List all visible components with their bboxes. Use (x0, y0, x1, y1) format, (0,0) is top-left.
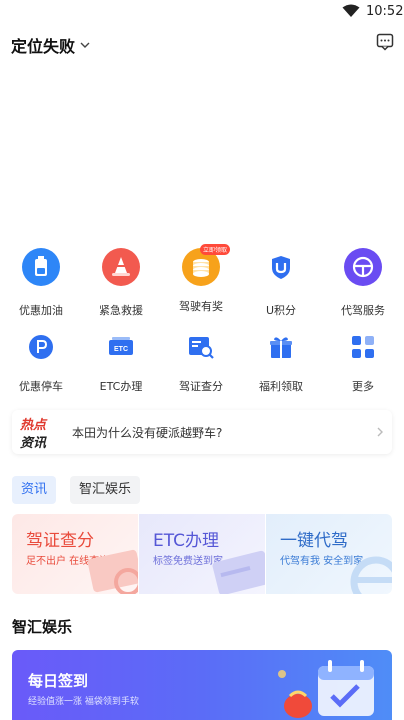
card-license-points[interactable]: 驾证查分 足不出户 在线查询 (12, 514, 138, 594)
service-label: U积分 (265, 304, 297, 317)
service-label: 驾证查分 (179, 380, 223, 393)
reward-badge: 立即领取 (200, 244, 231, 255)
hot-news-tag-bottom: 资讯 (20, 436, 47, 451)
tab-news[interactable]: 资讯 (12, 476, 57, 504)
service-label: 代驾服务 (341, 304, 385, 317)
service-label: 福利领取 (259, 380, 303, 393)
service-u-points[interactable]: U积分 (246, 248, 316, 318)
services-row-1: 优惠加油 紧急救援 立即领取 驾驶有奖 U积分 代驾服务 (0, 244, 404, 318)
rescue-cone-icon (102, 248, 140, 286)
gift-icon (270, 337, 292, 358)
service-label: 优惠加油 (19, 304, 63, 317)
service-welfare[interactable]: 福利领取 (246, 330, 316, 394)
service-label: ETC办理 (99, 380, 143, 393)
steering-wheel-illustration (350, 556, 392, 594)
coin-stack-icon-wrap: 立即领取 (182, 244, 231, 286)
service-driving-reward[interactable]: 立即领取 驾驶有奖 (166, 244, 236, 314)
service-fuel[interactable]: 优惠加油 (6, 248, 76, 318)
chevron-down-icon (80, 42, 90, 48)
service-rescue[interactable]: 紧急救援 (86, 248, 156, 318)
news-headline[interactable]: 本田为什么没有硬派越野车? (72, 424, 222, 441)
u-shield-icon (272, 256, 290, 279)
service-etc[interactable]: ETC ETC办理 (86, 330, 156, 394)
status-bar: 10:52 (0, 0, 404, 26)
fuel-icon (22, 248, 60, 286)
steering-wheel-icon (344, 248, 382, 286)
svg-text:ETC: ETC (114, 346, 128, 353)
services-row-2: 优惠停车 ETC ETC办理 驾证查分 福利领取 更多 (0, 330, 404, 400)
message-icon[interactable] (376, 33, 394, 51)
service-parking[interactable]: 优惠停车 (6, 330, 76, 394)
tab-entertainment[interactable]: 智汇娱乐 (70, 476, 141, 504)
more-grid-icon (352, 336, 374, 358)
banner-title: 每日签到 (28, 672, 89, 690)
etc-card-illustration (212, 550, 265, 594)
service-label: 紧急救援 (99, 304, 143, 317)
card-etc[interactable]: ETC办理 标签免费送到家 (139, 514, 265, 594)
card-designated-driver[interactable]: 一键代驾 代驾有我 安全到家 (266, 514, 392, 594)
chevron-right-icon (377, 427, 383, 437)
hot-news-tag-top: 热点 (20, 418, 47, 433)
service-more[interactable]: 更多 (328, 330, 398, 394)
location-label: 定位失败 (11, 37, 76, 56)
etc-card-icon: ETC (109, 337, 133, 355)
hot-news-tag: 热点 资讯 (18, 414, 58, 451)
top-header: 定位失败 (0, 30, 404, 58)
location-selector[interactable]: 定位失败 (11, 33, 90, 57)
service-license-points[interactable]: 驾证查分 (166, 330, 236, 394)
service-label: 优惠停车 (19, 380, 63, 393)
feature-cards: 驾证查分 足不出户 在线查询 ETC办理 标签免费送到家 一键代驾 代驾有我 安… (12, 514, 392, 594)
service-label: 驾驶有奖 (179, 300, 223, 313)
section-title-entertainment: 智汇娱乐 (12, 618, 73, 636)
parking-icon (29, 335, 53, 359)
hot-news-bar[interactable]: 热点 资讯 本田为什么没有硬派越野车? (12, 410, 392, 454)
license-card-illustration (87, 549, 138, 594)
clock: 10:52 (366, 4, 404, 19)
daily-checkin-banner[interactable]: 每日签到 经验值涨一涨 福袋领到手软 (12, 650, 392, 720)
calendar-gift-illustration (278, 660, 374, 718)
license-search-icon (189, 337, 214, 359)
wifi-icon (342, 4, 360, 17)
banner-subtitle: 经验值涨一涨 福袋领到手软 (28, 697, 139, 707)
service-designated-driver[interactable]: 代驾服务 (328, 248, 398, 318)
service-label: 更多 (352, 380, 374, 393)
